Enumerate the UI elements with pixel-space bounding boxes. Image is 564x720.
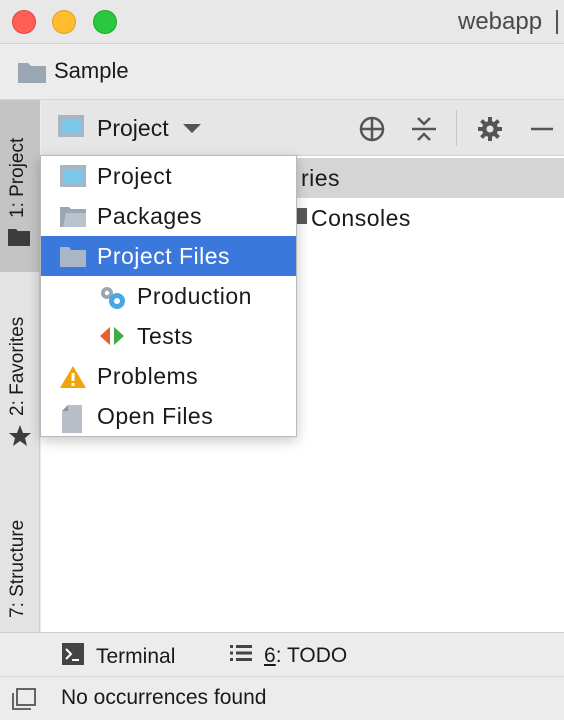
terminal-label: Terminal	[96, 645, 176, 668]
tree-row-label: ries	[301, 165, 341, 191]
todo-text: : TODO	[275, 644, 348, 667]
popup-item-packages[interactable]: Packages	[41, 196, 296, 236]
warning-icon	[59, 365, 86, 388]
popup-item-label: Production	[137, 283, 252, 309]
stripe-tab-label: 7: Structure	[7, 519, 28, 618]
maximize-window-button[interactable]	[93, 10, 117, 34]
window-title: webapp	[458, 8, 543, 35]
stripe-tab-label: 2: Favorites	[7, 316, 28, 416]
tree-row-label: Consoles	[311, 205, 411, 231]
popup-item-label: Open Files	[97, 403, 214, 429]
popup-item-label: Packages	[97, 203, 203, 229]
todo-tool-button[interactable]: 6: TODO	[230, 643, 347, 669]
popup-item-label: Tests	[137, 323, 194, 349]
chevron-down-icon	[182, 123, 201, 133]
collapse-all-icon[interactable]	[409, 114, 439, 144]
folder-icon	[18, 61, 46, 88]
popup-item-label: Project Files	[97, 243, 231, 269]
popup-item-production[interactable]: Production	[41, 276, 296, 316]
star-icon	[8, 424, 32, 453]
bottom-tool-bar: Terminal 6: TODO	[0, 632, 564, 676]
file-icon	[62, 405, 86, 433]
popup-item-project[interactable]: Project	[41, 156, 296, 196]
folder-icon	[60, 245, 86, 267]
popup-item-label: Project	[97, 163, 173, 189]
stripe-tab-structure[interactable]: 7: Structure	[0, 480, 40, 641]
close-window-button[interactable]	[12, 10, 36, 34]
terminal-icon	[62, 643, 84, 671]
folder-icon	[8, 228, 30, 251]
todo-number: 6	[264, 644, 276, 667]
status-bar: No occurrences found	[0, 676, 564, 720]
navigation-bar: Sample	[0, 45, 564, 100]
terminal-tool-button[interactable]: Terminal	[62, 643, 175, 671]
tests-icon	[99, 325, 124, 347]
status-message: No occurrences found	[61, 686, 267, 709]
minimize-window-button[interactable]	[52, 10, 76, 34]
list-icon	[230, 643, 252, 669]
popup-item-problems[interactable]: Problems	[41, 356, 296, 396]
project-view-icon	[57, 114, 85, 143]
left-tool-stripe: 1: Project 2: Favorites 7: Structure	[0, 100, 40, 641]
gear-icon[interactable]	[475, 114, 505, 144]
project-view-icon	[60, 165, 86, 187]
view-selector-label: Project	[97, 114, 169, 141]
tool-windows-toggle-icon[interactable]	[12, 688, 36, 715]
popup-item-open-files[interactable]: Open Files	[41, 396, 296, 436]
todo-label: 6: TODO	[264, 644, 347, 668]
locate-icon[interactable]	[357, 114, 387, 144]
view-selector-popup: Project Packages Project Files Productio…	[40, 155, 297, 437]
stripe-tab-favorites[interactable]: 2: Favorites	[0, 276, 40, 456]
production-gears-icon	[99, 285, 125, 309]
popup-item-label: Problems	[97, 363, 199, 389]
stripe-tab-project[interactable]: 1: Project	[0, 100, 40, 272]
packages-icon	[60, 205, 86, 227]
view-selector-dropdown[interactable]: Project	[57, 112, 201, 144]
minimize-icon[interactable]	[527, 114, 557, 144]
breadcrumb-sample[interactable]: Sample	[54, 58, 129, 84]
title-divider	[556, 10, 558, 34]
title-bar: webapp	[0, 0, 564, 44]
toolbar-divider	[456, 110, 457, 146]
stripe-tab-label: 1: Project	[7, 137, 28, 218]
popup-item-tests[interactable]: Tests	[41, 316, 296, 356]
tree-row-icon	[295, 205, 309, 233]
tool-window-header: Project	[41, 100, 564, 156]
popup-item-project-files[interactable]: Project Files	[41, 236, 296, 276]
